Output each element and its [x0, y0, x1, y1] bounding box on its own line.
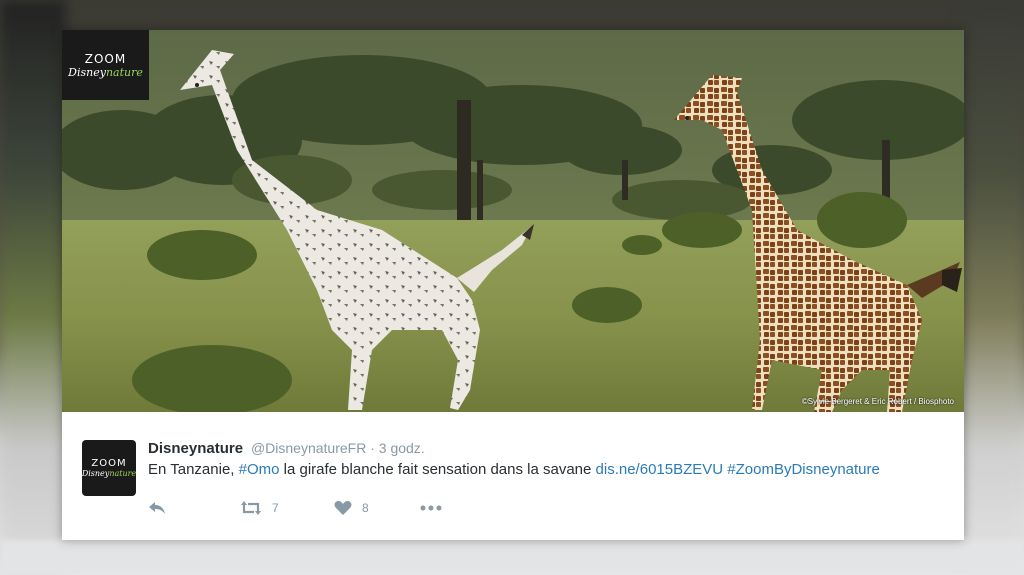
blurred-backdrop-bottom: [0, 540, 1024, 575]
logo-brand-prefix: Disney: [68, 65, 106, 79]
like-count: 8: [362, 501, 369, 515]
heart-icon: [334, 500, 352, 516]
tweet-actions: 7 8: [148, 498, 468, 518]
savanna-scene: [62, 30, 964, 412]
avatar-brand-prefix: Disney: [81, 469, 110, 478]
avatar[interactable]: ZOOM Disneynature: [82, 440, 136, 496]
user-handle[interactable]: @DisneynatureFR: [251, 440, 366, 456]
tweet-card[interactable]: ZOOM Disneynature ©Sylvie Bergeret & Eri…: [62, 30, 964, 540]
retweet-icon: [240, 500, 262, 516]
logo-zoom-text: ZOOM: [84, 51, 127, 66]
tweet-text-part2: la girafe blanche fait sensation dans la…: [279, 461, 596, 478]
retweet-button[interactable]: 7: [240, 498, 279, 518]
tweet-photo[interactable]: ZOOM Disneynature ©Sylvie Bergeret & Eri…: [62, 30, 964, 412]
logo-brand-suffix: nature: [105, 65, 143, 79]
like-button[interactable]: 8: [334, 498, 369, 518]
more-icon: [420, 505, 442, 511]
tweet-body: ZOOM Disneynature Disneynature @Disneyna…: [62, 412, 964, 540]
avatar-zoom-text: ZOOM: [91, 458, 127, 469]
tweet-link[interactable]: dis.ne/6015BZEVU: [596, 461, 724, 478]
photo-credit: ©Sylvie Bergeret & Eric Robert / Biospho…: [801, 397, 954, 406]
zoom-disneynature-logo: ZOOM Disneynature: [62, 30, 149, 100]
more-button[interactable]: [420, 498, 442, 518]
header-separator: ·: [370, 440, 375, 456]
avatar-brand-suffix: nature: [109, 469, 137, 478]
tweet-header: Disneynature @DisneynatureFR · 3 godz.: [148, 440, 425, 457]
blurred-backdrop-right: [962, 0, 1024, 575]
logo-brand-text: Disneynature: [68, 66, 143, 79]
display-name[interactable]: Disneynature: [148, 440, 243, 457]
video-frame: ZOOM Disneynature ©Sylvie Bergeret & Eri…: [0, 0, 1024, 575]
reply-icon: [148, 501, 166, 515]
avatar-brand-text: Disneynature: [82, 469, 136, 478]
blurred-backdrop-left: [0, 0, 66, 575]
tweet-text-part1: En Tanzanie,: [148, 461, 239, 478]
hashtag-omo[interactable]: #Omo: [239, 461, 280, 478]
reply-button[interactable]: [148, 498, 166, 518]
hashtag-zoombydisneynature[interactable]: #ZoomByDisneynature: [727, 461, 880, 478]
tweet-text: En Tanzanie, #Omo la girafe blanche fait…: [148, 461, 880, 478]
tweet-timestamp[interactable]: 3 godz.: [379, 440, 425, 456]
retweet-count: 7: [272, 501, 279, 515]
